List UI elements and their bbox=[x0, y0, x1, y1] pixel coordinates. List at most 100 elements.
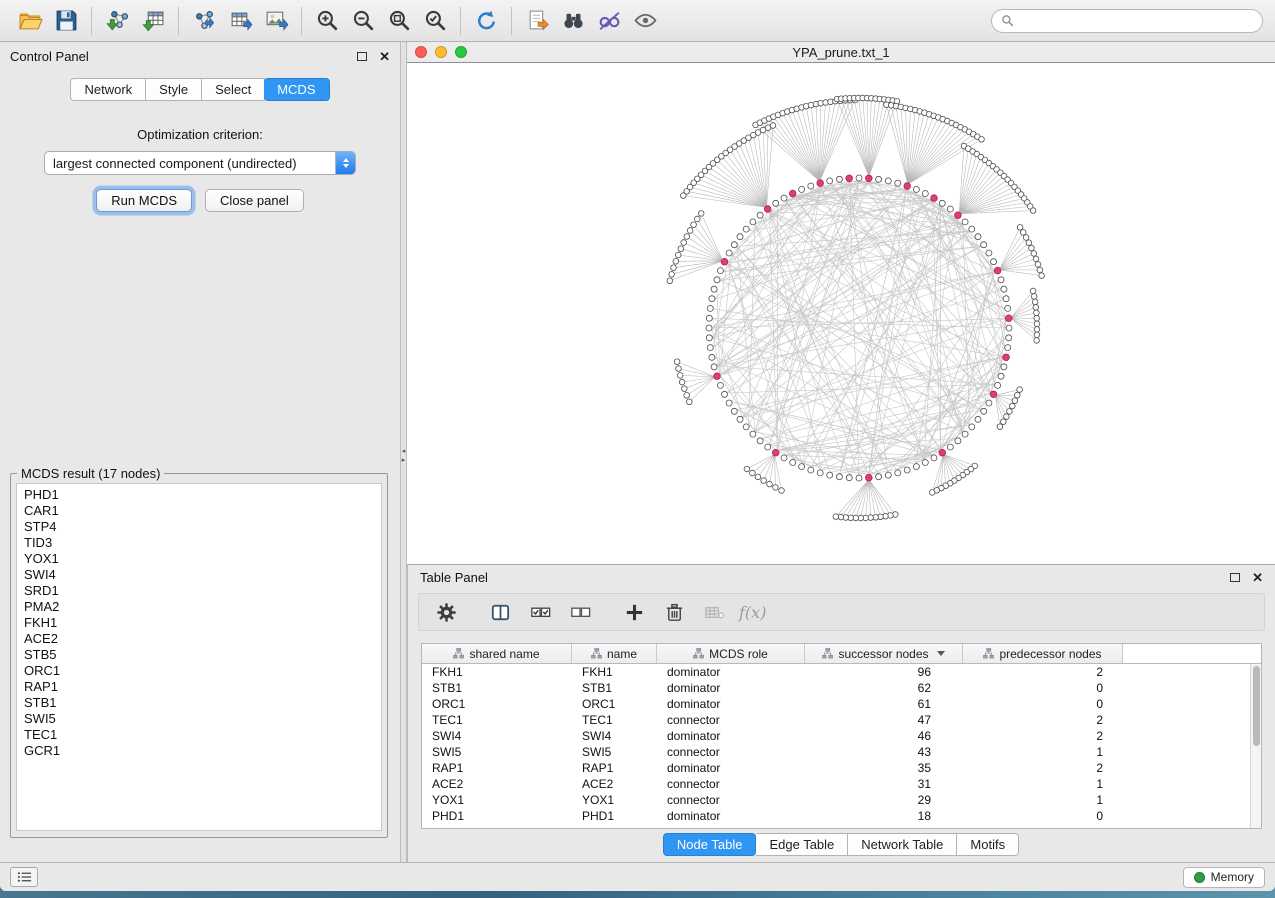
graph-node[interactable] bbox=[975, 234, 981, 240]
graph-node[interactable] bbox=[962, 219, 968, 225]
graph-node[interactable] bbox=[1006, 325, 1012, 331]
graph-node[interactable] bbox=[1035, 262, 1041, 268]
graph-node[interactable] bbox=[969, 424, 975, 430]
mcds-result-list[interactable]: PHD1CAR1STP4TID3YOX1SWI4SRD1PMA2FKH1ACE2… bbox=[16, 483, 382, 831]
table-row[interactable]: PHD1PHD1dominator180 bbox=[422, 808, 1250, 824]
zoom-fit-button[interactable] bbox=[381, 5, 417, 37]
graph-node[interactable] bbox=[1020, 230, 1026, 236]
graph-node[interactable] bbox=[799, 186, 805, 192]
graph-node[interactable] bbox=[1023, 235, 1029, 241]
graph-node[interactable] bbox=[779, 488, 785, 494]
graph-node[interactable] bbox=[781, 195, 787, 201]
table-cell[interactable]: 1 bbox=[963, 793, 1123, 807]
graph-node[interactable] bbox=[674, 359, 680, 365]
graph-node[interactable] bbox=[1012, 398, 1018, 404]
table-cell[interactable]: 2 bbox=[963, 665, 1123, 679]
graph-node[interactable] bbox=[707, 345, 713, 351]
tab-select[interactable]: Select bbox=[202, 78, 265, 101]
graph-node[interactable] bbox=[750, 219, 756, 225]
graph-node[interactable] bbox=[986, 400, 992, 406]
mcds-result-item[interactable]: PHD1 bbox=[17, 487, 381, 503]
graph-node-dominator[interactable] bbox=[789, 190, 796, 197]
graph-node[interactable] bbox=[856, 175, 862, 181]
graph-node[interactable] bbox=[684, 234, 690, 240]
mcds-result-item[interactable]: RAP1 bbox=[17, 679, 381, 695]
graph-node[interactable] bbox=[706, 335, 712, 341]
table-cell[interactable]: 62 bbox=[805, 681, 963, 695]
close-panel-icon[interactable]: ✕ bbox=[379, 50, 390, 63]
table-row[interactable]: SWI5SWI5connector431 bbox=[422, 744, 1250, 760]
table-cell[interactable]: FKH1 bbox=[422, 665, 572, 679]
graph-node[interactable] bbox=[687, 399, 693, 405]
graph-node[interactable] bbox=[1034, 332, 1040, 338]
table-scrollbar[interactable] bbox=[1250, 664, 1261, 828]
graph-node[interactable] bbox=[706, 315, 712, 321]
graph-node[interactable] bbox=[1034, 316, 1040, 322]
mcds-result-item[interactable]: SWI5 bbox=[17, 711, 381, 727]
graph-node[interactable] bbox=[684, 393, 690, 399]
graph-node[interactable] bbox=[991, 259, 997, 265]
graph-node[interactable] bbox=[922, 460, 928, 466]
graph-node[interactable] bbox=[1037, 267, 1043, 273]
graph-node[interactable] bbox=[717, 382, 723, 388]
graph-node[interactable] bbox=[1004, 414, 1010, 420]
table-cell[interactable]: 0 bbox=[963, 697, 1123, 711]
graph-node[interactable] bbox=[997, 424, 1003, 430]
table-cell[interactable]: connector bbox=[657, 713, 805, 727]
table-cell[interactable]: 61 bbox=[805, 697, 963, 711]
table-cell[interactable]: ACE2 bbox=[422, 777, 572, 791]
graph-node[interactable] bbox=[1001, 286, 1007, 292]
table-cell[interactable]: FKH1 bbox=[572, 665, 657, 679]
table-cell[interactable]: 2 bbox=[963, 713, 1123, 727]
mcds-result-item[interactable]: STB5 bbox=[17, 647, 381, 663]
graph-node[interactable] bbox=[755, 474, 761, 480]
mcds-result-item[interactable]: TID3 bbox=[17, 535, 381, 551]
tab-node-table[interactable]: Node Table bbox=[663, 833, 757, 856]
table-cell[interactable]: connector bbox=[657, 745, 805, 759]
table-cell[interactable]: 0 bbox=[963, 681, 1123, 695]
graph-node[interactable] bbox=[969, 226, 975, 232]
zoom-in-button[interactable] bbox=[309, 5, 345, 37]
graph-node[interactable] bbox=[667, 278, 673, 284]
graph-node[interactable] bbox=[1034, 310, 1040, 316]
graph-node[interactable] bbox=[711, 364, 717, 370]
graph-node[interactable] bbox=[731, 242, 737, 248]
table-cell[interactable]: 47 bbox=[805, 713, 963, 727]
graph-node[interactable] bbox=[682, 386, 688, 392]
graph-node[interactable] bbox=[681, 240, 687, 246]
graph-node[interactable] bbox=[947, 444, 953, 450]
columns-button[interactable] bbox=[485, 597, 515, 627]
graph-node[interactable] bbox=[678, 246, 684, 252]
select-all-checkboxes-button[interactable] bbox=[525, 597, 555, 627]
graph-node[interactable] bbox=[767, 481, 773, 487]
binoculars-button[interactable] bbox=[555, 5, 591, 37]
graph-node[interactable] bbox=[676, 366, 682, 372]
graph-node[interactable] bbox=[717, 268, 723, 274]
search-field[interactable] bbox=[991, 9, 1263, 33]
graph-node[interactable] bbox=[750, 431, 756, 437]
table-row[interactable]: RAP1RAP1dominator352 bbox=[422, 760, 1250, 776]
tab-edge-table[interactable]: Edge Table bbox=[756, 833, 848, 856]
import-network-button[interactable] bbox=[99, 5, 135, 37]
graph-node[interactable] bbox=[669, 272, 675, 278]
table-row[interactable]: TEC1TEC1connector472 bbox=[422, 712, 1250, 728]
graph-node-dominator[interactable] bbox=[866, 175, 873, 182]
graph-node-dominator[interactable] bbox=[955, 212, 962, 219]
graph-node[interactable] bbox=[827, 178, 833, 184]
graph-node[interactable] bbox=[673, 259, 679, 265]
graph-node[interactable] bbox=[765, 444, 771, 450]
zoom-out-button[interactable] bbox=[345, 5, 381, 37]
graph-node[interactable] bbox=[1005, 345, 1011, 351]
graph-node[interactable] bbox=[833, 514, 839, 520]
table-cell[interactable]: 35 bbox=[805, 761, 963, 775]
graph-node[interactable] bbox=[913, 464, 919, 470]
graph-node[interactable] bbox=[695, 216, 701, 222]
graph-node[interactable] bbox=[1010, 403, 1016, 409]
graph-node[interactable] bbox=[1034, 338, 1040, 344]
table-cell[interactable]: 0 bbox=[963, 809, 1123, 823]
run-mcds-button[interactable]: Run MCDS bbox=[96, 189, 192, 212]
delete-row-button[interactable] bbox=[659, 597, 689, 627]
graph-node[interactable] bbox=[913, 186, 919, 192]
graph-node[interactable] bbox=[1026, 240, 1032, 246]
mcds-result-item[interactable]: SWI4 bbox=[17, 567, 381, 583]
